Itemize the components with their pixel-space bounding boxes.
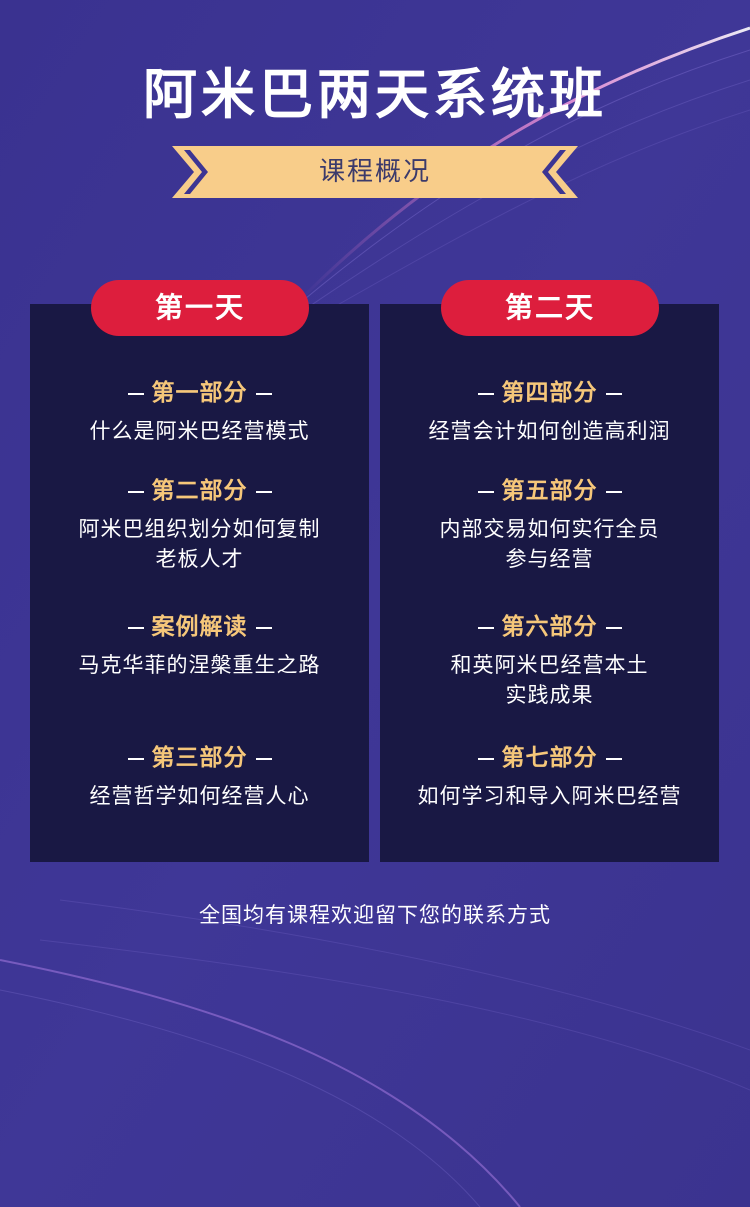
- dash-left: [127, 490, 144, 493]
- section-line: 经营会计如何创造高利润: [428, 419, 671, 443]
- section-day1-part2: 第二部分 阿米巴组织划分如何复制 老板人才: [30, 476, 369, 574]
- section-line: 和英阿米巴经营本土: [450, 653, 649, 677]
- section-day2-part7: 第七部分 如何学习和导入阿米巴经营: [380, 743, 719, 811]
- section-line: 内部交易如何实行全员: [439, 517, 660, 541]
- dash-right: [255, 626, 272, 629]
- section-line: 经营哲学如何经营人心: [89, 784, 310, 808]
- section-line: 阿米巴组织划分如何复制: [78, 517, 321, 541]
- dash-left: [127, 626, 144, 629]
- section-day2-part4: 第四部分 经营会计如何创造高利润: [380, 378, 719, 446]
- dash-right: [255, 490, 272, 493]
- dash-left: [477, 626, 494, 629]
- day-one-label: 第一天: [91, 280, 309, 336]
- footer-text: 全国均有课程欢迎留下您的联系方式: [199, 903, 551, 927]
- dash-left: [127, 392, 144, 395]
- section-line: 马克华菲的涅槃重生之路: [78, 653, 321, 677]
- section-line: 老板人才: [155, 547, 244, 571]
- dash-left: [477, 392, 494, 395]
- section-day2-part5: 第五部分 内部交易如何实行全员 参与经营: [380, 476, 719, 574]
- section-line: 什么是阿米巴经营模式: [89, 419, 310, 443]
- page-title: 阿米巴两天系统班: [143, 63, 607, 126]
- section-heading: 第五部分: [501, 478, 598, 504]
- dash-right: [255, 392, 272, 395]
- section-day1-part1: 第一部分 什么是阿米巴经营模式: [30, 378, 369, 446]
- section-line: 实践成果: [505, 683, 594, 707]
- section-heading: 第三部分: [151, 745, 248, 771]
- day-two-label: 第二天: [441, 280, 659, 336]
- section-heading: 第七部分: [501, 745, 598, 771]
- day-one-panel: 第一部分 什么是阿米巴经营模式 第二部分 阿米巴组织划分如何复制 老板人才 案例…: [30, 304, 369, 862]
- section-line: 参与经营: [505, 547, 594, 571]
- dash-right: [605, 392, 622, 395]
- dash-left: [477, 757, 494, 760]
- dash-right: [605, 490, 622, 493]
- dash-left: [127, 757, 144, 760]
- day-two-panel: 第四部分 经营会计如何创造高利润 第五部分 内部交易如何实行全员 参与经营 第六…: [380, 304, 719, 862]
- section-heading: 第二部分: [151, 478, 248, 504]
- dash-right: [605, 757, 622, 760]
- section-heading: 案例解读: [151, 614, 248, 640]
- dash-right: [605, 626, 622, 629]
- section-day2-part6: 第六部分 和英阿米巴经营本土 实践成果: [380, 612, 719, 710]
- subtitle: 课程概况: [318, 157, 431, 187]
- section-day1-case: 案例解读 马克华菲的涅槃重生之路: [30, 612, 369, 680]
- section-line: 如何学习和导入阿米巴经营: [417, 784, 682, 808]
- dash-left: [477, 490, 494, 493]
- section-heading: 第一部分: [151, 380, 248, 406]
- section-day1-part3: 第三部分 经营哲学如何经营人心: [30, 743, 369, 811]
- section-heading: 第六部分: [501, 614, 598, 640]
- dash-right: [255, 757, 272, 760]
- section-heading: 第四部分: [501, 380, 598, 406]
